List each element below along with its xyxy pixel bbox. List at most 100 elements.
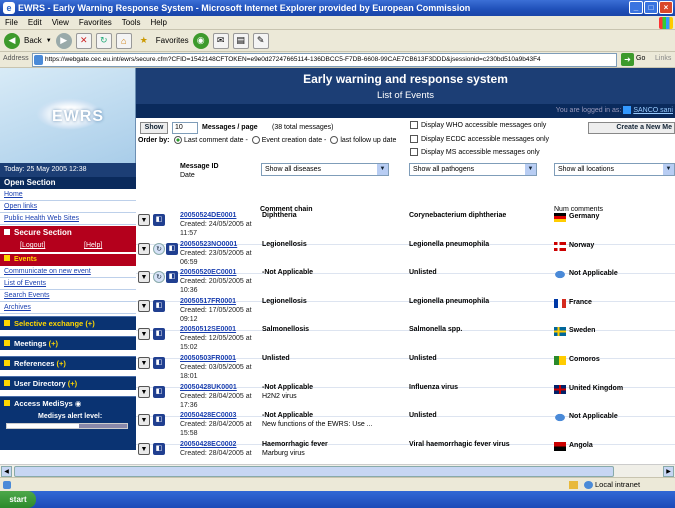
link-public-health[interactable]: Public Health Web Sites <box>0 213 136 225</box>
message-id-link[interactable]: 20050428EC0003 <box>180 412 236 419</box>
go-button[interactable]: Go <box>636 55 645 62</box>
comment-icon[interactable]: ◧ <box>153 357 165 369</box>
comment-icon[interactable]: ◧ <box>153 414 165 427</box>
expand-arrow-icon[interactable]: ▼ <box>138 299 150 312</box>
comment-icon[interactable]: ◧ <box>153 299 165 312</box>
link-archives[interactable]: Archives <box>0 302 136 314</box>
menu-edit[interactable]: Edit <box>23 16 47 30</box>
section-meetings[interactable]: Meetings (+) <box>0 336 136 350</box>
history-icon[interactable]: ↻ <box>153 271 165 284</box>
message-id-link[interactable]: 20050503FR0001 <box>180 355 236 362</box>
comment-icon[interactable]: ◧ <box>153 328 165 341</box>
section-user-directory[interactable]: User Directory (+) <box>0 376 136 390</box>
disease-filter-select[interactable]: Show all diseases ▼ <box>261 163 389 176</box>
medisys-alert-label: Medisys alert level: <box>38 413 103 420</box>
messages-per-page-input[interactable]: 10 <box>172 122 198 134</box>
display-who-row: Display WHO accessible messages only <box>410 121 546 129</box>
home-icon[interactable]: ⌂ <box>115 32 132 49</box>
message-id-link[interactable]: 20050512SE0001 <box>180 326 236 333</box>
link-communicate-event[interactable]: Communicate on new event <box>0 266 136 278</box>
link-home[interactable]: Home <box>0 189 136 201</box>
media-icon[interactable]: ◉ <box>192 32 209 49</box>
favorites-star-icon[interactable]: ★ <box>136 33 152 49</box>
menu-help[interactable]: Help <box>145 16 171 30</box>
order-option-label: Event creation date - <box>261 136 327 144</box>
favorites-button[interactable]: Favorites <box>156 36 189 45</box>
menu-favorites[interactable]: Favorites <box>74 16 117 30</box>
section-access-medisys[interactable]: Access MediSys ◉ <box>0 396 136 410</box>
go-arrow-icon[interactable]: ➜ <box>621 53 634 66</box>
table-row[interactable]: ▼ ◧ 20050428EC0002 Created: 28/04/2005 at Ha… <box>136 439 675 464</box>
link-open-links[interactable]: Open links <box>0 201 136 213</box>
back-arrow-icon[interactable]: ◀ <box>4 32 20 49</box>
logout-link[interactable]: [Logout] <box>20 240 45 252</box>
windows-logo-icon <box>659 17 673 29</box>
message-id-link[interactable]: 20050523NO0001 <box>180 241 237 248</box>
section-badge: (+) <box>85 319 95 328</box>
message-id-link[interactable]: 20050524DE0001 <box>180 212 236 219</box>
pathogen: Legionella pneumophila <box>409 297 490 305</box>
comment-icon[interactable]: ◧ <box>153 385 165 398</box>
message-id-link[interactable]: 20050517FR0001 <box>180 298 236 305</box>
comment-icon[interactable]: ◧ <box>166 271 178 284</box>
expand-arrow-icon[interactable]: ▼ <box>138 242 150 255</box>
scroll-thumb[interactable] <box>14 466 614 477</box>
display-ecdc-checkbox[interactable] <box>410 135 418 143</box>
close-button[interactable]: × <box>659 1 673 14</box>
forward-arrow-icon[interactable]: ▶ <box>55 32 72 49</box>
help-link[interactable]: [Help] <box>84 240 102 252</box>
created-date: Created: 17/05/2005 at <box>180 306 252 314</box>
scroll-left-icon[interactable]: ◀ <box>1 466 12 477</box>
location-filter-value: Show all locations <box>558 166 615 173</box>
order-followup-radio[interactable] <box>330 136 339 144</box>
expand-arrow-icon[interactable]: ▼ <box>138 385 150 398</box>
menu-view[interactable]: View <box>47 16 74 30</box>
pathogen-filter-select[interactable]: Show all pathogens ▼ <box>409 163 537 176</box>
maximize-button[interactable]: □ <box>644 1 658 14</box>
print-icon[interactable]: ▤ <box>232 32 249 49</box>
links-button[interactable]: Links <box>655 55 671 62</box>
expand-arrow-icon[interactable]: ▼ <box>138 357 150 369</box>
comment-icon[interactable]: ◧ <box>166 242 178 255</box>
edit-icon[interactable]: ✎ <box>252 32 269 49</box>
country: France <box>569 298 592 306</box>
display-who-checkbox[interactable] <box>410 121 418 129</box>
horizontal-scrollbar[interactable]: ◀ ▶ <box>0 464 675 477</box>
display-ms-checkbox[interactable] <box>410 148 418 156</box>
show-button[interactable]: Show <box>140 122 168 134</box>
expand-arrow-icon[interactable]: ▼ <box>138 328 150 341</box>
location-filter-select[interactable]: Show all locations ▼ <box>554 163 675 176</box>
message-id-link[interactable]: 20050520EC0001 <box>180 269 236 276</box>
comment-icon[interactable]: ◧ <box>153 214 165 226</box>
link-search-events[interactable]: Search Events <box>0 290 136 302</box>
history-icon[interactable]: ↻ <box>153 242 165 255</box>
create-new-message-button[interactable]: Create a New Me <box>588 122 675 134</box>
expand-arrow-icon[interactable]: ▼ <box>138 271 150 284</box>
message-id-link[interactable]: 20050428EC0002 <box>180 441 236 448</box>
order-last-comment-radio[interactable] <box>174 136 182 144</box>
menu-file[interactable]: File <box>0 16 23 30</box>
link-list-events[interactable]: List of Events <box>0 278 136 290</box>
refresh-icon[interactable]: ↻ <box>95 32 112 49</box>
message-id-link[interactable]: 20050428UK0001 <box>180 384 237 391</box>
section-references[interactable]: References (+) <box>0 356 136 370</box>
minimize-button[interactable]: _ <box>629 1 643 14</box>
logged-user-link[interactable]: SANCO sani <box>633 107 673 114</box>
page-title: Early warning and response system <box>303 72 508 86</box>
scroll-right-icon[interactable]: ▶ <box>663 466 674 477</box>
start-button[interactable]: start <box>0 491 36 508</box>
expand-arrow-icon[interactable]: ▼ <box>138 214 150 226</box>
menu-tools[interactable]: Tools <box>117 16 146 30</box>
order-creation-radio[interactable] <box>251 136 260 144</box>
comment-icon[interactable]: ◧ <box>153 442 165 455</box>
dropdown-icon[interactable]: ▼ <box>46 38 52 44</box>
back-button[interactable]: Back <box>24 36 42 45</box>
expand-arrow-icon[interactable]: ▼ <box>138 442 150 455</box>
mail-icon[interactable]: ✉ <box>212 32 229 49</box>
order-option-label: last follow up date <box>340 136 397 144</box>
address-input[interactable]: https://webgate.cec.eu.int/ewrs/secure.c… <box>32 53 617 67</box>
user-icon <box>623 106 632 115</box>
section-selective-exchange[interactable]: Selective exchange (+) <box>0 316 136 330</box>
expand-arrow-icon[interactable]: ▼ <box>138 414 150 427</box>
stop-icon[interactable]: ✕ <box>75 32 92 49</box>
